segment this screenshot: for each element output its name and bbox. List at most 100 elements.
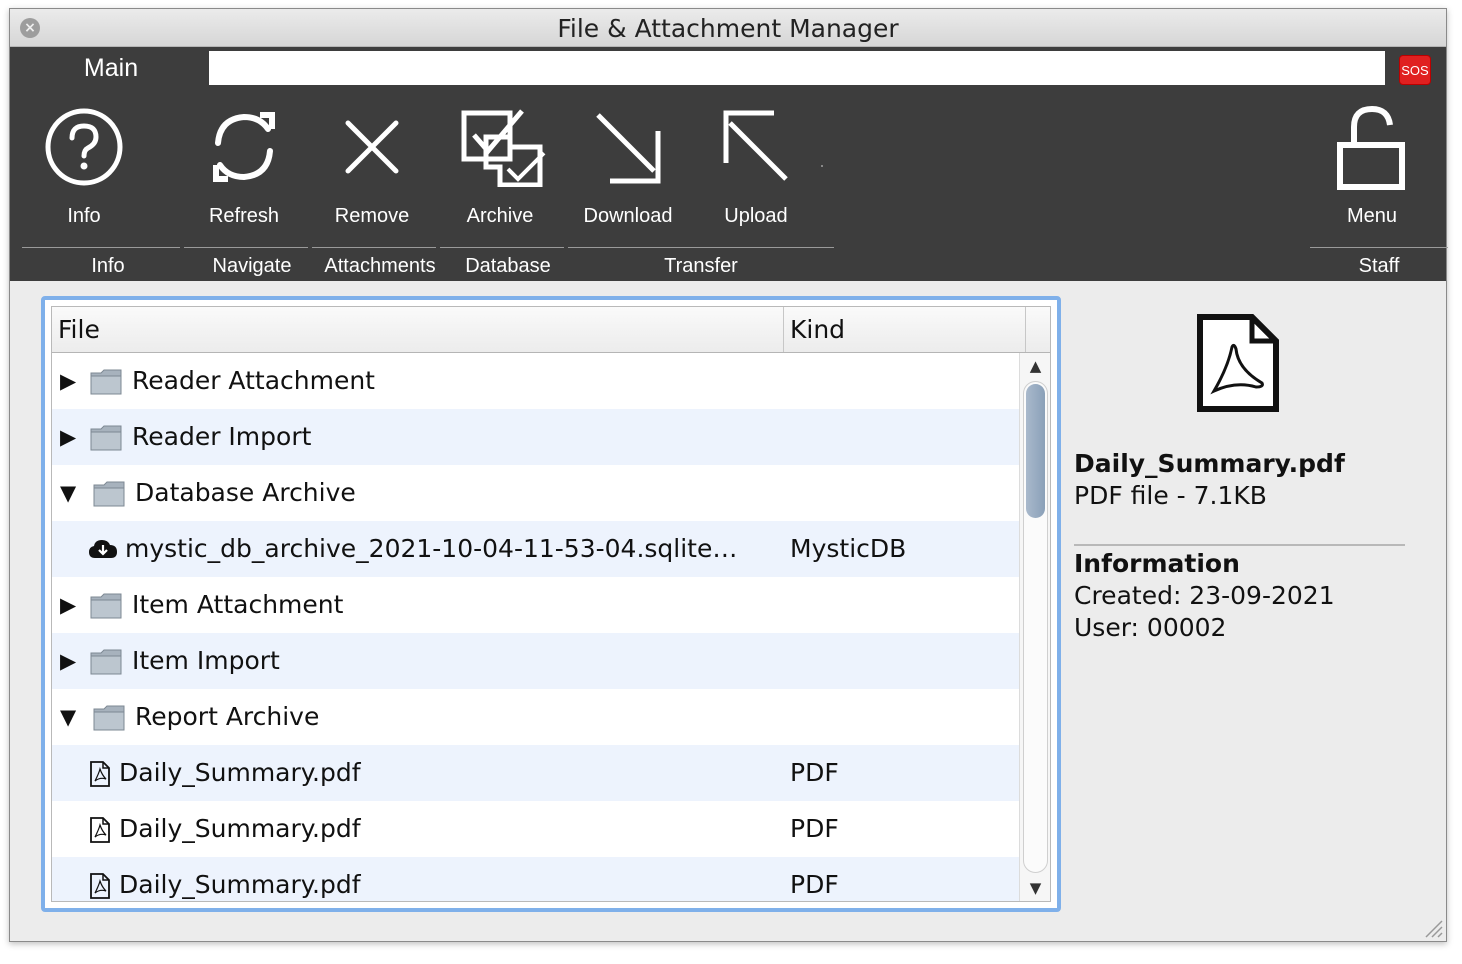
tree-rows: ▶ Reader Attachment ▶ Reader Import ▼ Da…: [52, 353, 1019, 901]
disclosure-collapsed-icon[interactable]: ▶: [60, 633, 76, 689]
remove-button-label: Remove: [334, 205, 410, 227]
question-circle-icon: [45, 108, 123, 186]
arrow-up-left-icon: [723, 110, 788, 181]
tree-row[interactable]: ▼ Report Archive: [52, 689, 1019, 745]
row-name: Item Attachment: [132, 590, 344, 619]
archive-button[interactable]: Archive: [450, 85, 550, 245]
refresh-button-label: Refresh: [208, 205, 280, 227]
detail-file-meta: PDF file - 7.1KB: [1074, 481, 1267, 510]
pdf-file-large-icon: [1197, 314, 1279, 412]
scroll-up-arrow-icon[interactable]: ▲: [1020, 357, 1050, 375]
info-button-label: Info: [67, 205, 101, 227]
row-name: Reader Attachment: [132, 366, 375, 395]
tree-row[interactable]: ▶ Reader Attachment: [52, 353, 1019, 409]
scroll-down-arrow-icon[interactable]: ▼: [1020, 879, 1050, 897]
group-label-staff: Staff: [1358, 255, 1400, 277]
tree-row[interactable]: ▼ Database Archive: [52, 465, 1019, 521]
folder-icon: [93, 705, 125, 731]
scroll-thumb[interactable]: [1026, 384, 1045, 518]
row-kind: MysticDB: [790, 534, 907, 563]
tree-row[interactable]: ▶ Reader Import: [52, 409, 1019, 465]
disclosure-expanded-icon[interactable]: ▼: [60, 689, 76, 745]
tab-strip-empty: [209, 51, 1385, 85]
refresh-icon: [213, 112, 275, 182]
unlock-icon: [1337, 105, 1405, 190]
group-divider-info: [22, 247, 180, 248]
disclosure-collapsed-icon[interactable]: ▶: [60, 577, 76, 633]
folder-icon: [90, 425, 122, 451]
folder-icon: [90, 369, 122, 395]
group-label-attachments: Attachments: [324, 255, 436, 277]
group-label-info: Info: [91, 255, 125, 277]
download-button[interactable]: Download: [578, 85, 678, 245]
disclosure-collapsed-icon[interactable]: ▶: [60, 409, 76, 465]
download-button-label: Download: [583, 205, 673, 227]
archive-button-label: Archive: [466, 205, 534, 227]
folder-icon: [93, 481, 125, 507]
pdf-file-icon: [90, 817, 110, 843]
folder-icon: [90, 649, 122, 675]
group-label-database: Database: [465, 255, 551, 277]
row-name: Reader Import: [132, 422, 312, 451]
tree-row[interactable]: ▶ Item Import: [52, 633, 1019, 689]
scroll-track[interactable]: [1023, 381, 1048, 873]
row-name: Daily_Summary.pdf: [119, 814, 361, 843]
toolbar: Info Refresh Remove Archive Download Upl…: [10, 85, 1448, 281]
group-divider-navigate: [184, 247, 308, 248]
detail-user: User: 00002: [1074, 613, 1227, 642]
folder-icon: [90, 593, 122, 619]
tree-row[interactable]: Daily_Summary.pdf PDF: [52, 745, 1019, 801]
row-name: Report Archive: [135, 702, 320, 731]
x-icon: [345, 120, 399, 174]
vertical-scrollbar[interactable]: ▲ ▼: [1019, 353, 1050, 901]
detail-created: Created: 23-09-2021: [1074, 581, 1335, 610]
disclosure-expanded-icon[interactable]: ▼: [60, 465, 76, 521]
detail-info-heading: Information: [1074, 549, 1240, 578]
group-label-navigate: Navigate: [212, 255, 292, 277]
menu-button[interactable]: Menu: [1322, 85, 1422, 245]
row-name: Daily_Summary.pdf: [119, 870, 361, 899]
remove-button[interactable]: Remove: [322, 85, 422, 245]
detail-filename: Daily_Summary.pdf: [1074, 449, 1345, 478]
tab-strip: Main SOS: [10, 47, 1446, 85]
column-header-file[interactable]: File: [52, 307, 784, 352]
tree-header: File Kind: [52, 307, 1050, 353]
refresh-button[interactable]: Refresh: [194, 85, 294, 245]
upload-button[interactable]: Upload: [706, 85, 806, 245]
tree-row[interactable]: mystic_db_archive_2021-10-04-11-53-04.sq…: [52, 521, 1019, 577]
main-window: × File & Attachment Manager Main SOS Inf…: [9, 8, 1448, 942]
tab-main[interactable]: Main: [13, 51, 209, 85]
tree-row[interactable]: ▶ Item Attachment: [52, 577, 1019, 633]
pdf-file-icon: [90, 761, 110, 787]
menu-button-label: Menu: [1346, 205, 1398, 227]
group-divider-database: [440, 247, 564, 248]
row-name: Database Archive: [135, 478, 356, 507]
archive-check-icon: [461, 109, 546, 187]
group-divider-staff: [1310, 247, 1448, 248]
row-name: Daily_Summary.pdf: [119, 758, 361, 787]
window-title: File & Attachment Manager: [557, 14, 899, 43]
cloud-download-icon: [89, 540, 117, 558]
upload-button-label: Upload: [724, 205, 788, 227]
detail-divider: [1074, 544, 1405, 546]
group-label-transfer: Transfer: [664, 255, 738, 277]
tree-row[interactable]: Daily_Summary.pdf PDF: [52, 801, 1019, 857]
tree-row[interactable]: Daily_Summary.pdf PDF: [52, 857, 1019, 901]
row-name: Item Import: [132, 646, 280, 675]
file-tree-frame: File Kind ▶ Reader Attachment ▶ Reader I…: [41, 296, 1061, 912]
row-kind: PDF: [790, 870, 839, 899]
file-tree[interactable]: File Kind ▶ Reader Attachment ▶ Reader I…: [51, 306, 1051, 902]
resize-grip-icon[interactable]: [1422, 917, 1444, 939]
title-bar[interactable]: × File & Attachment Manager: [10, 9, 1446, 47]
column-header-kind[interactable]: Kind: [784, 307, 1026, 352]
group-divider-attachments: [312, 247, 436, 248]
disclosure-collapsed-icon[interactable]: ▶: [60, 353, 76, 409]
info-button[interactable]: Info: [34, 85, 134, 245]
pdf-file-icon: [90, 873, 110, 899]
row-kind: PDF: [790, 758, 839, 787]
row-name: mystic_db_archive_2021-10-04-11-53-04.sq…: [125, 534, 738, 563]
sos-button[interactable]: SOS: [1399, 55, 1431, 85]
arrow-down-right-icon: [596, 113, 661, 184]
row-kind: PDF: [790, 814, 839, 843]
toolbar-dot: [821, 165, 823, 167]
